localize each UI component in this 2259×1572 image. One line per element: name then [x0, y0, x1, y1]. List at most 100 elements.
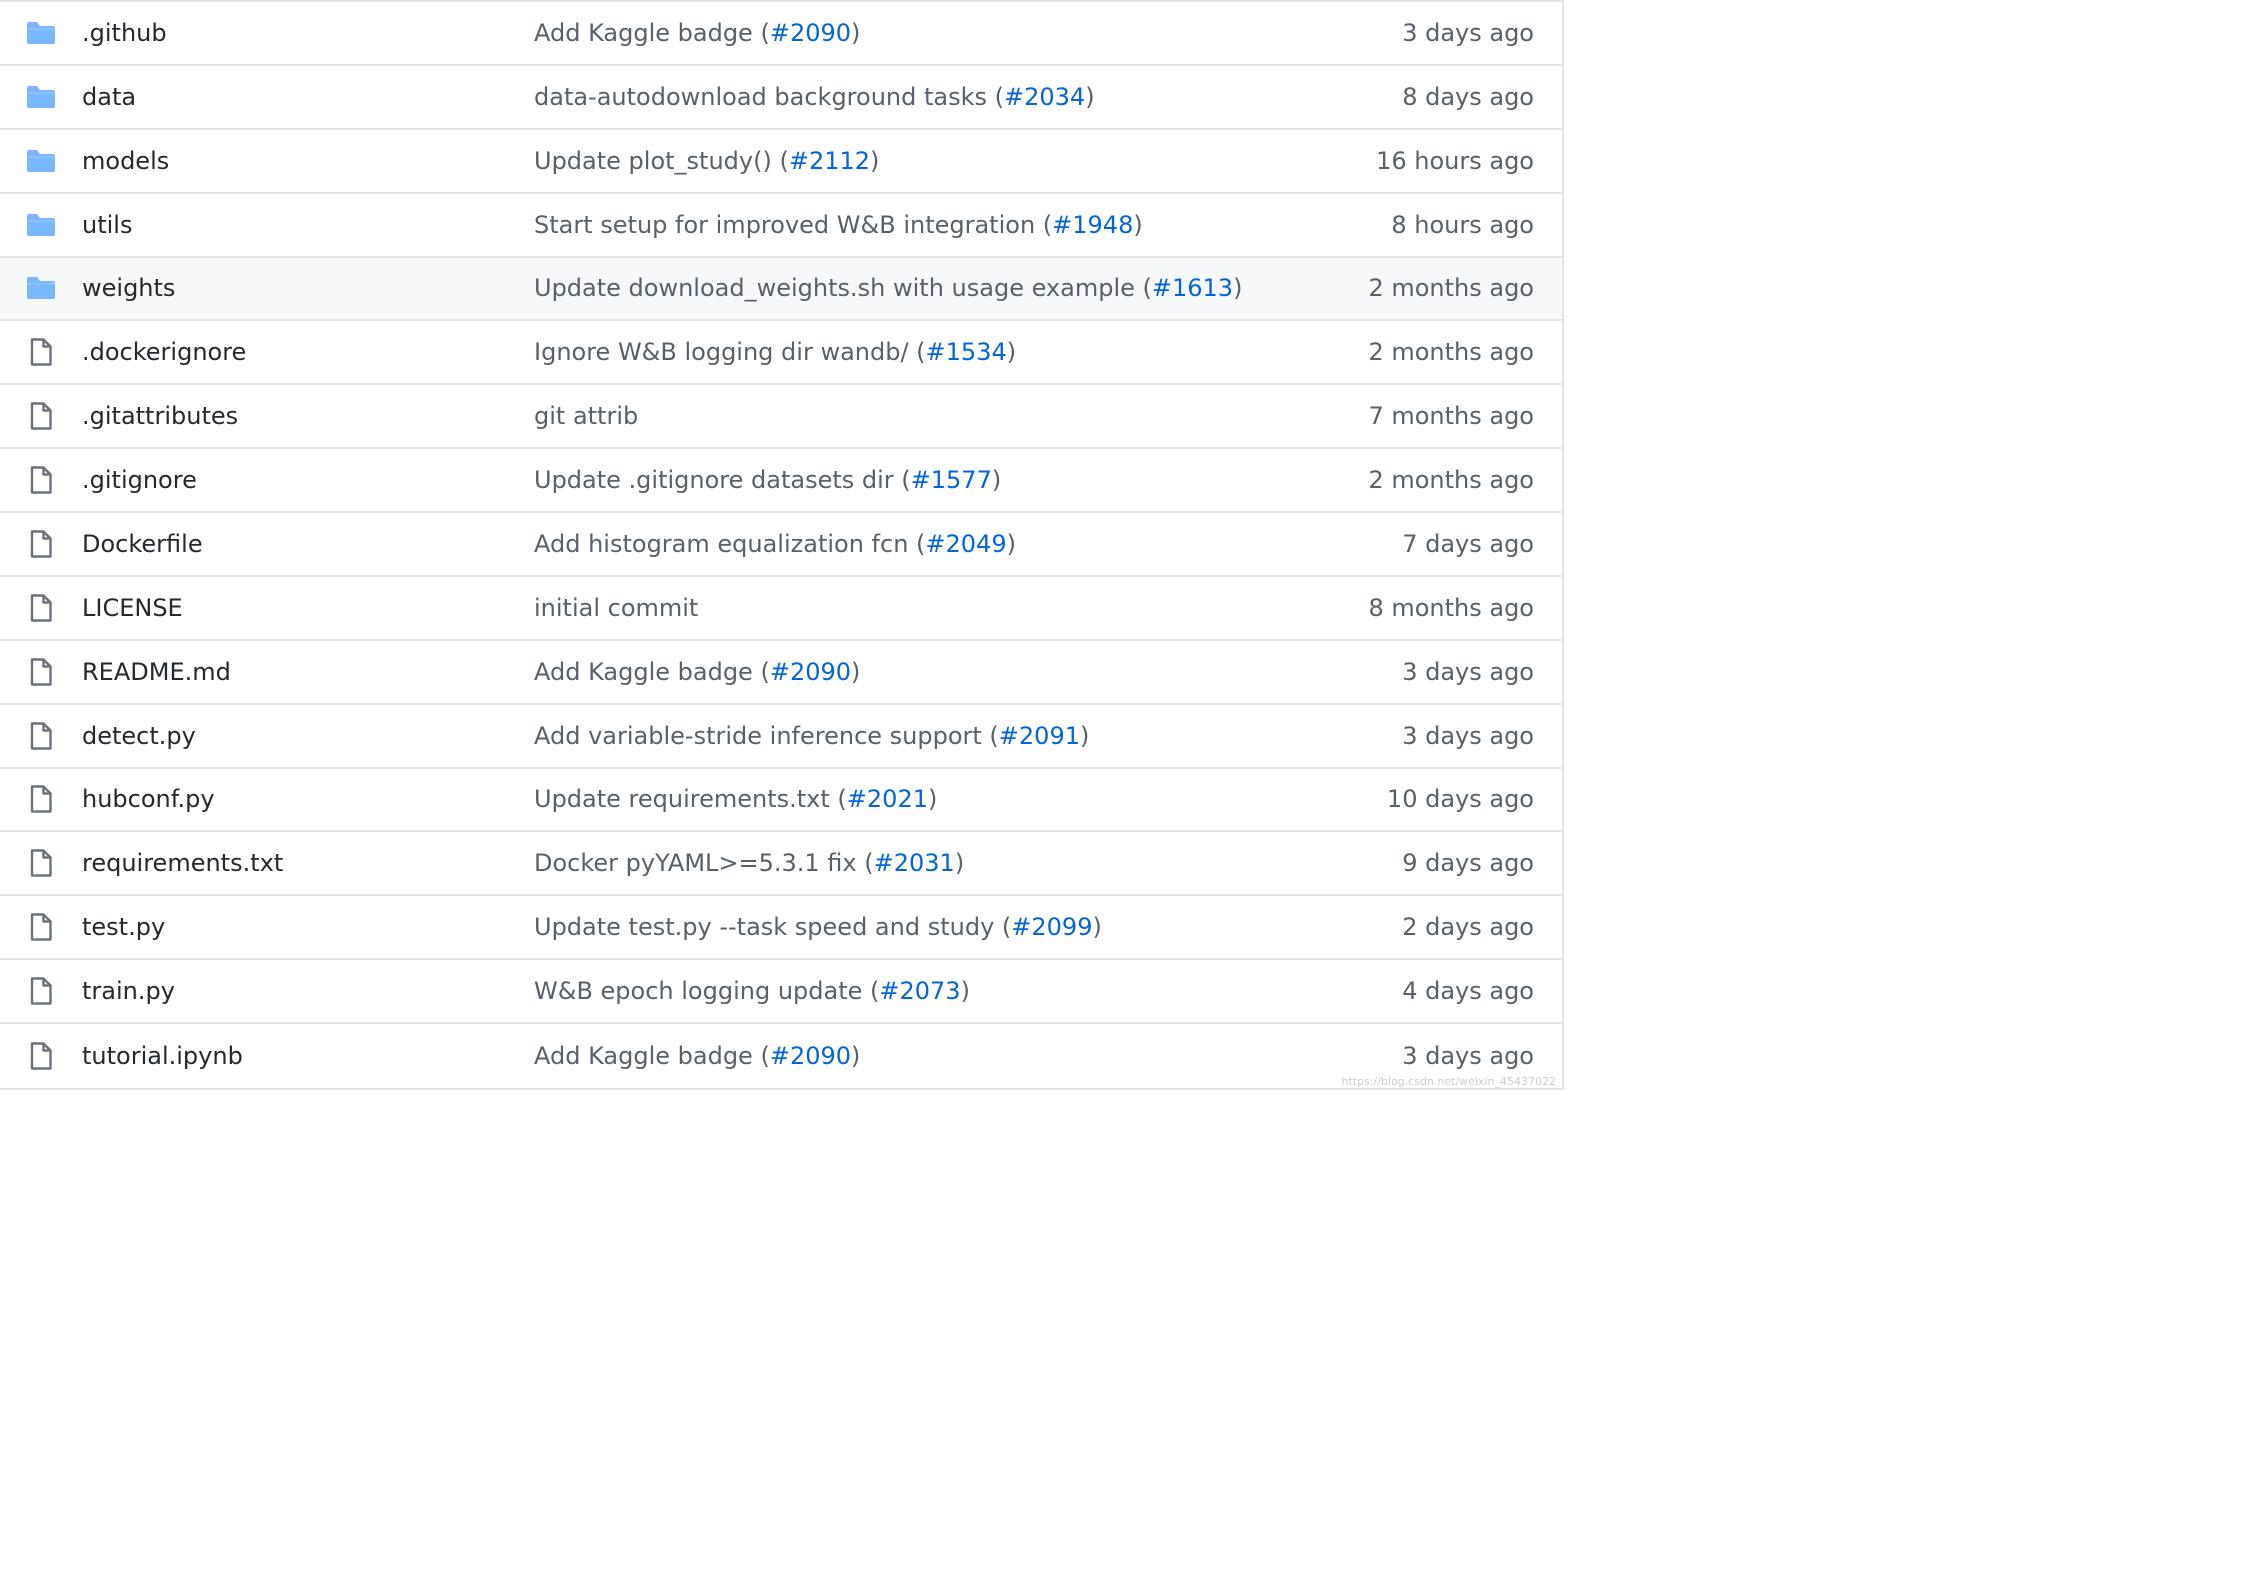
file-row[interactable]: .gitattributes git attrib 7 months ago	[0, 385, 1562, 450]
commit-message: data-autodownload background tasks (#203…	[534, 83, 1282, 111]
file-row[interactable]: Dockerfile Add histogram equalization fcn…	[0, 513, 1562, 577]
file-name-link[interactable]: utils	[82, 211, 132, 239]
file-name-link[interactable]: models	[82, 147, 169, 175]
file-name-cell: data	[82, 83, 534, 111]
commit-message-text[interactable]: Add variable-stride inference support (	[534, 722, 999, 750]
file-name-link[interactable]: data	[82, 83, 136, 111]
file-row[interactable]: .github Add Kaggle badge (#2090) 3 days ag…	[0, 2, 1562, 66]
file-row[interactable]: .gitignore Update .gitignore datasets dir…	[0, 449, 1562, 513]
file-row[interactable]: .dockerignore Ignore W&B logging dir wand…	[0, 321, 1562, 386]
commit-message-suffix[interactable]: )	[1007, 530, 1016, 558]
commit-message-text[interactable]: initial commit	[534, 594, 698, 622]
file-row[interactable]: detect.py Add variable-stride inference s…	[0, 705, 1562, 769]
commit-message-suffix[interactable]: )	[961, 977, 970, 1005]
file-name-link[interactable]: hubconf.py	[82, 785, 215, 813]
commit-message-suffix[interactable]: )	[1085, 83, 1094, 111]
pull-request-link[interactable]: #2099	[1011, 913, 1092, 941]
commit-message-suffix[interactable]: )	[1092, 913, 1101, 941]
file-row[interactable]: hubconf.py Update requirements.txt (#2021…	[0, 769, 1562, 833]
commit-message-suffix[interactable]: )	[851, 1042, 860, 1070]
file-icon	[0, 896, 82, 958]
file-name-link[interactable]: test.py	[82, 913, 165, 941]
commit-message-text[interactable]: Add histogram equalization fcn (	[534, 530, 925, 558]
file-icon	[0, 513, 82, 575]
commit-message-text[interactable]: data-autodownload background tasks (	[534, 83, 1004, 111]
commit-message-text[interactable]: Add Kaggle badge (	[534, 1042, 770, 1070]
file-row[interactable]: train.py W&B epoch logging update (#2073)…	[0, 960, 1562, 1024]
commit-message-suffix[interactable]: )	[851, 658, 860, 686]
file-name-link[interactable]: README.md	[82, 658, 231, 686]
file-name-link[interactable]: requirements.txt	[82, 849, 283, 877]
file-row[interactable]: test.py Update test.py --task speed and s…	[0, 896, 1562, 961]
file-row[interactable]: requirements.txt Docker pyYAML>=5.3.1 fix…	[0, 832, 1562, 897]
commit-message-text[interactable]: Update requirements.txt (	[534, 785, 847, 813]
file-name-link[interactable]: weights	[82, 274, 175, 302]
pull-request-link[interactable]: #1534	[926, 338, 1007, 366]
file-name-link[interactable]: train.py	[82, 977, 175, 1005]
pull-request-link[interactable]: #2073	[879, 977, 960, 1005]
commit-message-text[interactable]: Update test.py --task speed and study (	[534, 913, 1011, 941]
commit-age: 3 days ago	[1402, 657, 1534, 686]
pull-request-link[interactable]: #1577	[911, 466, 992, 494]
pull-request-link[interactable]: #2034	[1004, 83, 1085, 111]
commit-message-suffix[interactable]: )	[1233, 274, 1242, 302]
commit-message-text[interactable]: Add Kaggle badge (	[534, 658, 770, 686]
file-name-cell: .dockerignore	[82, 338, 534, 366]
commit-age: 4 days ago	[1402, 977, 1534, 1006]
commit-message-suffix[interactable]: )	[1133, 211, 1142, 239]
commit-message-suffix[interactable]: )	[870, 147, 879, 175]
commit-message: initial commit	[534, 594, 1282, 622]
commit-message-text[interactable]: Ignore W&B logging dir wandb/ (	[534, 338, 926, 366]
file-name-cell: models	[82, 147, 534, 175]
file-row[interactable]: data data-autodownload background tasks (…	[0, 66, 1562, 130]
commit-message: Update test.py --task speed and study (#…	[534, 913, 1282, 941]
pull-request-link[interactable]: #2090	[770, 658, 851, 686]
pull-request-link[interactable]: #2091	[999, 722, 1080, 750]
file-name-link[interactable]: .gitattributes	[82, 402, 238, 430]
commit-message-suffix[interactable]: )	[851, 19, 860, 47]
pull-request-link[interactable]: #2090	[770, 1042, 851, 1070]
pull-request-link[interactable]: #1948	[1052, 211, 1133, 239]
pull-request-link[interactable]: #2021	[847, 785, 928, 813]
commit-age: 16 hours ago	[1376, 146, 1534, 175]
file-row[interactable]: README.md Add Kaggle badge (#2090) 3 days …	[0, 641, 1562, 705]
commit-age: 3 days ago	[1402, 18, 1534, 47]
pull-request-link[interactable]: #2112	[789, 147, 870, 175]
commit-message-text[interactable]: Add Kaggle badge (	[534, 19, 770, 47]
commit-message-text[interactable]: Start setup for improved W&B integration…	[534, 211, 1052, 239]
pull-request-link[interactable]: #2049	[925, 530, 1006, 558]
file-row[interactable]: models Update plot_study() (#2112) 16 hour…	[0, 130, 1562, 194]
file-name-link[interactable]: LICENSE	[82, 594, 183, 622]
commit-message: Add Kaggle badge (#2090)	[534, 19, 1282, 47]
file-name-cell: detect.py	[82, 722, 534, 750]
file-name-link[interactable]: detect.py	[82, 722, 196, 750]
file-name-cell: train.py	[82, 977, 534, 1005]
commit-message-suffix[interactable]: )	[1007, 338, 1016, 366]
file-row[interactable]: utils Start setup for improved W&B integr…	[0, 194, 1562, 258]
file-icon	[0, 832, 82, 894]
file-name-link[interactable]: .github	[82, 19, 167, 47]
file-row[interactable]: LICENSE initial commit 8 months ago	[0, 577, 1562, 641]
commit-message-suffix[interactable]: )	[928, 785, 937, 813]
commit-message-text[interactable]: git attrib	[534, 402, 638, 430]
file-name-link[interactable]: .gitignore	[82, 466, 197, 494]
commit-message-text[interactable]: Update plot_study() (	[534, 147, 789, 175]
pull-request-link[interactable]: #1613	[1152, 274, 1233, 302]
file-row[interactable]: weights Update download_weights.sh with u…	[0, 257, 1562, 322]
file-row[interactable]: tutorial.ipynb Add Kaggle badge (#2090) 3 …	[0, 1024, 1562, 1088]
commit-message-suffix[interactable]: )	[992, 466, 1001, 494]
pull-request-link[interactable]: #2090	[770, 19, 851, 47]
file-name-link[interactable]: Dockerfile	[82, 530, 203, 558]
file-name-cell: .gitignore	[82, 466, 534, 494]
commit-message-text[interactable]: Update download_weights.sh with usage ex…	[534, 274, 1152, 302]
folder-icon	[0, 2, 82, 64]
pull-request-link[interactable]: #2031	[874, 849, 955, 877]
commit-message-suffix[interactable]: )	[955, 849, 964, 877]
file-name-cell: utils	[82, 211, 534, 239]
commit-message-text[interactable]: Docker pyYAML>=5.3.1 fix (	[534, 849, 874, 877]
file-name-link[interactable]: .dockerignore	[82, 338, 246, 366]
commit-message-text[interactable]: Update .gitignore datasets dir (	[534, 466, 911, 494]
commit-message-text[interactable]: W&B epoch logging update (	[534, 977, 879, 1005]
commit-message-suffix[interactable]: )	[1080, 722, 1089, 750]
file-name-link[interactable]: tutorial.ipynb	[82, 1042, 243, 1070]
